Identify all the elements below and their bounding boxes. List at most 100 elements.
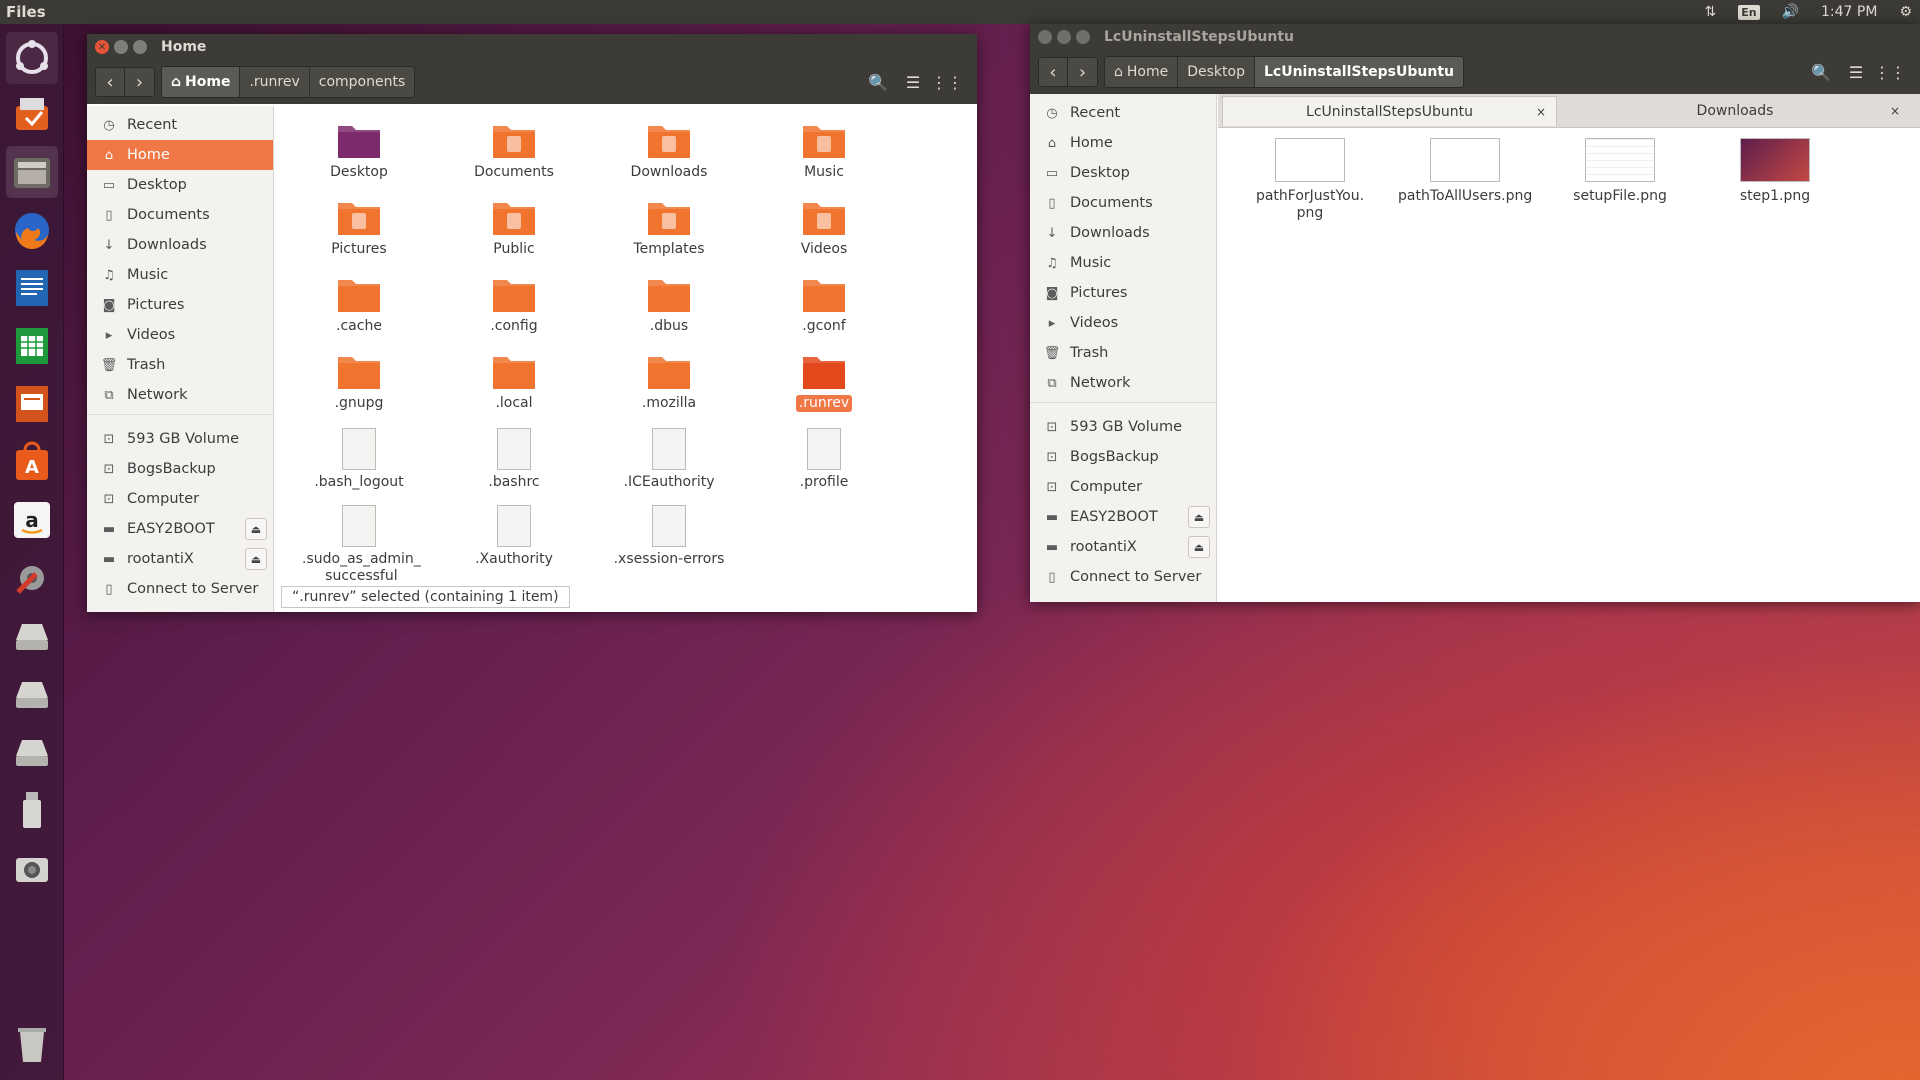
close-tab-icon[interactable]: × [1536,105,1546,119]
back-button[interactable]: ‹ [95,67,125,97]
libreoffice-calc-icon[interactable] [6,320,58,372]
file-item-desktop[interactable]: Desktop [299,120,419,181]
crumb-runrev[interactable]: .runrev [240,67,310,97]
ubuntu-dash-icon[interactable] [6,32,58,84]
libreoffice-writer-icon[interactable] [6,262,58,314]
sidebar-item-desktop[interactable]: ▭ Desktop [87,170,273,200]
file-item-templates[interactable]: Templates [609,197,729,258]
minimize-icon[interactable] [114,40,128,54]
file-item-config[interactable]: .config [454,274,574,335]
file-item-videos[interactable]: Videos [764,197,884,258]
file-item-mozilla[interactable]: .mozilla [609,351,729,412]
files-icon[interactable] [6,146,58,198]
search-icon[interactable]: 🔍 [863,67,893,97]
close-tab-icon[interactable]: × [1890,104,1900,118]
sidebar-item-computer[interactable]: ⊡ Computer [87,484,273,514]
drive-icon[interactable] [6,668,58,720]
file-item-bashrc[interactable]: .bashrc [454,428,574,491]
sidebar-item-easy2boot[interactable]: ▬ EASY2BOOT ⏏ [1030,502,1216,532]
libreoffice-impress-icon[interactable] [6,378,58,430]
crumb-home[interactable]: ⌂ Home [162,67,241,97]
eject-icon[interactable]: ⏏ [1188,536,1210,558]
drive-icon[interactable] [6,726,58,778]
gear-icon[interactable]: ⚙ [1899,4,1912,20]
search-icon[interactable]: 🔍 [1806,57,1836,87]
file-item-pictures[interactable]: Pictures [299,197,419,258]
file-item-public[interactable]: Public [454,197,574,258]
tab-downloads[interactable]: Downloads × [1560,96,1910,126]
close-icon[interactable] [1038,30,1052,44]
list-view-icon[interactable]: ☰ [1841,57,1871,87]
crumb-components[interactable]: components [309,67,415,97]
sidebar-item-home[interactable]: ⌂ Home [1030,128,1216,158]
file-item-local[interactable]: .local [454,351,574,412]
file-item-profile[interactable]: .profile [764,428,884,491]
sidebar-item-bogsbackup[interactable]: ⊡ BogsBackup [1030,442,1216,472]
file-item-cache[interactable]: .cache [299,274,419,335]
sidebar-item-pictures[interactable]: ◙ Pictures [1030,278,1216,308]
eject-icon[interactable]: ⏏ [245,548,267,570]
sidebar-item-trash[interactable]: 🗑 Trash [87,350,273,380]
crumb-desktop[interactable]: Desktop [1178,57,1255,87]
sidebar-item-connect-server[interactable]: ▯ Connect to Server [87,574,273,604]
file-item-downloads[interactable]: Downloads [609,120,729,181]
sidebar-item-trash[interactable]: 🗑 Trash [1030,338,1216,368]
sidebar-item-593gb[interactable]: ⊡ 593 GB Volume [87,424,273,454]
file-item-setupfile-png[interactable]: setupFile.png [1550,138,1690,205]
file-item-xauthority[interactable]: .Xauthority [454,505,574,568]
sidebar-item-documents[interactable]: ▯ Documents [1030,188,1216,218]
firefox-icon[interactable] [6,204,58,256]
amazon-icon[interactable]: a [6,494,58,546]
list-view-icon[interactable]: ☰ [898,67,928,97]
file-item-sudo-as-admin-successful[interactable]: .sudo_as_admin_ successful [299,505,421,585]
grid-view-icon[interactable]: ⋮⋮ [1874,57,1906,87]
sidebar-item-network[interactable]: ⧉ Network [87,380,273,410]
grid-view-icon[interactable]: ⋮⋮ [931,67,963,97]
file-item-music[interactable]: Music [764,120,884,181]
tab-lcuninstall[interactable]: LcUninstallStepsUbuntu × [1222,96,1557,126]
sidebar-item-network[interactable]: ⧉ Network [1030,368,1216,398]
eject-icon[interactable]: ⏏ [245,518,267,540]
trash-icon[interactable] [6,1018,58,1070]
sidebar-item-music[interactable]: ♫ Music [87,260,273,290]
file-item-step1-png[interactable]: step1.png [1705,138,1845,205]
volume-icon[interactable]: 🔊 [1782,4,1799,20]
sidebar-item-home[interactable]: ⌂ Home [87,140,273,170]
system-settings-icon[interactable] [6,552,58,604]
file-item-documents[interactable]: Documents [454,120,574,181]
sidebar-item-documents[interactable]: ▯ Documents [87,200,273,230]
sidebar-item-593gb[interactable]: ⊡ 593 GB Volume [1030,412,1216,442]
sidebar-item-easy2boot[interactable]: ▬ EASY2BOOT ⏏ [87,514,273,544]
drive-icon[interactable] [6,610,58,662]
software-center-icon[interactable]: A [6,436,58,488]
back-button[interactable]: ‹ [1038,57,1068,87]
file-item-bash-logout[interactable]: .bash_logout [299,428,419,491]
sidebar-item-connect-server[interactable]: ▯ Connect to Server [1030,562,1216,592]
file-item-dbus[interactable]: .dbus [609,274,729,335]
network-transfer-icon[interactable]: ⇅ [1704,4,1716,20]
file-item-xsession-errors[interactable]: .xsession-errors [609,505,729,568]
sidebar-item-recent[interactable]: ◷ Recent [1030,98,1216,128]
file-item-runrev[interactable]: .runrev [764,351,884,412]
minimize-icon[interactable] [1057,30,1071,44]
sidebar-item-downloads[interactable]: ↓ Downloads [1030,218,1216,248]
file-item-iceauthority[interactable]: .ICEauthority [609,428,729,491]
forward-button[interactable]: › [125,67,155,97]
maximize-icon[interactable] [1076,30,1090,44]
file-item-pathtoallusers-png[interactable]: pathToAllUsers.png [1395,138,1535,205]
sidebar-item-videos[interactable]: ▸ Videos [1030,308,1216,338]
clock[interactable]: 1:47 PM [1821,4,1877,20]
sidebar-item-desktop[interactable]: ▭ Desktop [1030,158,1216,188]
maximize-icon[interactable] [133,40,147,54]
sidebar-item-downloads[interactable]: ↓ Downloads [87,230,273,260]
camera-icon[interactable] [6,842,58,894]
close-icon[interactable]: ✕ [95,40,109,54]
eject-icon[interactable]: ⏏ [1188,506,1210,528]
crumb-lcuninstall[interactable]: LcUninstallStepsUbuntu [1254,57,1463,87]
crumb-home[interactable]: ⌂ Home [1105,57,1179,87]
sidebar-item-bogsbackup[interactable]: ⊡ BogsBackup [87,454,273,484]
keyboard-layout-indicator[interactable]: En [1738,4,1760,20]
forward-button[interactable]: › [1068,57,1098,87]
file-item-pathforjustyou-png[interactable]: pathForJustYou. png [1240,138,1380,222]
file-item-gconf[interactable]: .gconf [764,274,884,335]
